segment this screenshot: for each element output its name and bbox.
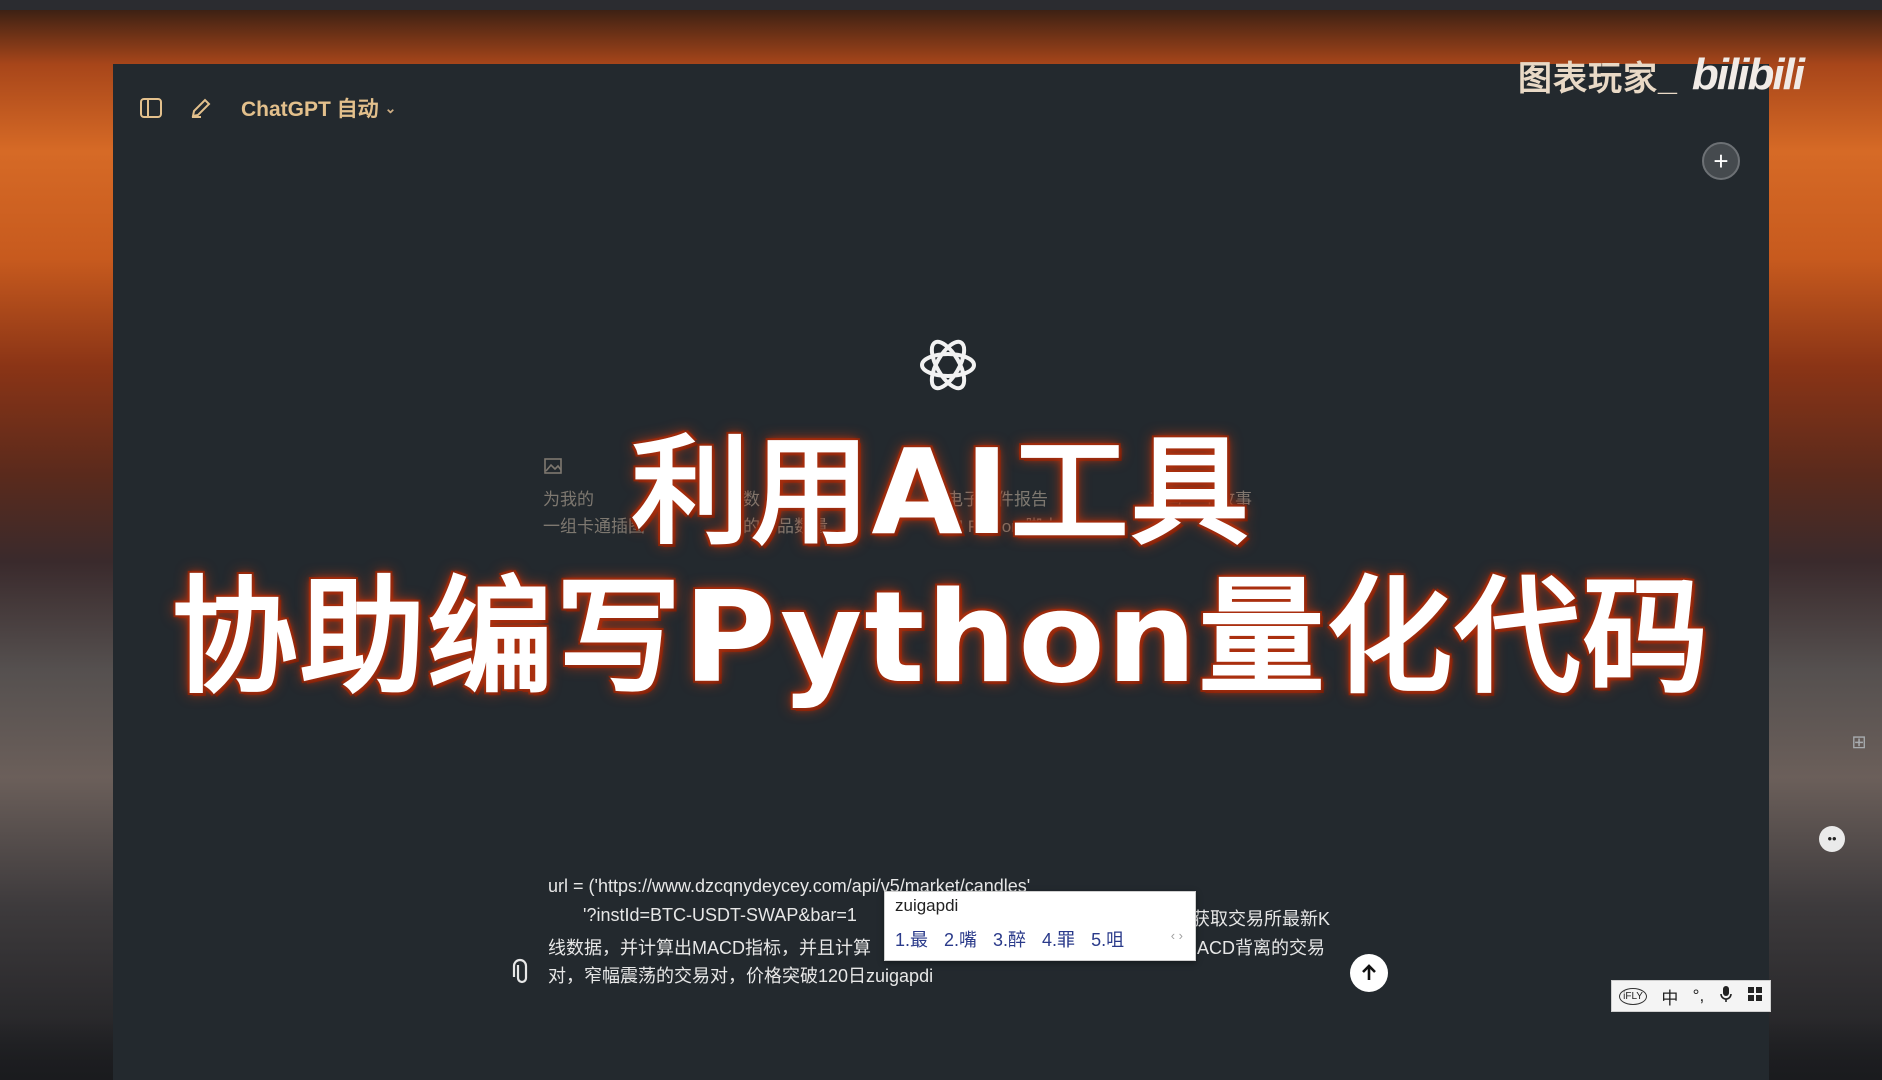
composer-line[interactable]: 对，窄幅震荡的交易对，价格突破120日zuigapdi: [548, 962, 933, 988]
composer-line[interactable]: 线数据，并计算出MACD指标，并且计算: [548, 934, 871, 960]
overlay-title-line2: 协助编写Python量化代码: [171, 564, 1711, 711]
side-toolbar: ⊞: [1839, 722, 1879, 762]
ime-candidate[interactable]: 4.罪: [1042, 926, 1075, 952]
send-button[interactable]: [1350, 954, 1388, 992]
plus-button[interactable]: +: [1702, 142, 1740, 180]
ime-status-bar: iFLY 中 °,: [1611, 980, 1771, 1012]
composer-line[interactable]: '?instId=BTC-USDT-SWAP&bar=1: [548, 905, 857, 926]
assistant-avatar-icon[interactable]: ••: [1819, 826, 1845, 852]
paperclip-icon[interactable]: [508, 958, 536, 986]
ime-candidate[interactable]: 1.最: [895, 926, 928, 952]
ime-page-arrows[interactable]: ‹ ›: [1171, 928, 1183, 943]
ime-candidate[interactable]: 5.咀: [1091, 926, 1124, 952]
ifly-logo-icon[interactable]: iFLY: [1619, 987, 1647, 1005]
openai-logo-icon: [913, 330, 983, 400]
ime-candidates: 1.最 2.嘴 3.醉 4.罪 5.咀: [895, 926, 1124, 952]
chevron-down-icon: ⌄: [384, 99, 397, 116]
ime-candidate-window: zuigapdi 1.最 2.嘴 3.醉 4.罪 5.咀 ‹ ›: [884, 891, 1196, 961]
ime-candidate[interactable]: 3.醉: [993, 926, 1026, 952]
model-label: ChatGPT 自动: [241, 98, 379, 121]
ime-candidate[interactable]: 2.嘴: [944, 926, 977, 952]
top-strip: [0, 0, 1882, 10]
composer-line[interactable]: 获取交易所最新K: [1192, 905, 1330, 931]
edit-icon[interactable]: [187, 94, 215, 122]
microphone-icon[interactable]: [1719, 985, 1733, 1008]
arrow-up-icon: [1362, 964, 1376, 980]
ime-pinyin: zuigapdi: [895, 896, 959, 915]
punctuation-icon[interactable]: °,: [1693, 986, 1705, 1006]
channel-watermark: 图表玩家_ bilibili: [1518, 50, 1805, 100]
composer-line[interactable]: ACD背离的交易: [1197, 934, 1325, 960]
top-bar: ChatGPT 自动 ⌄: [137, 88, 396, 128]
bilibili-logo: bilibili: [1691, 50, 1805, 99]
grid-icon[interactable]: [1747, 986, 1763, 1007]
grid-icon[interactable]: ⊞: [1839, 722, 1879, 762]
model-selector[interactable]: ChatGPT 自动 ⌄: [241, 93, 396, 123]
sidebar-icon[interactable]: [137, 94, 165, 122]
channel-name: 图表玩家_: [1518, 59, 1678, 98]
ime-mode-label[interactable]: 中: [1661, 984, 1678, 1009]
